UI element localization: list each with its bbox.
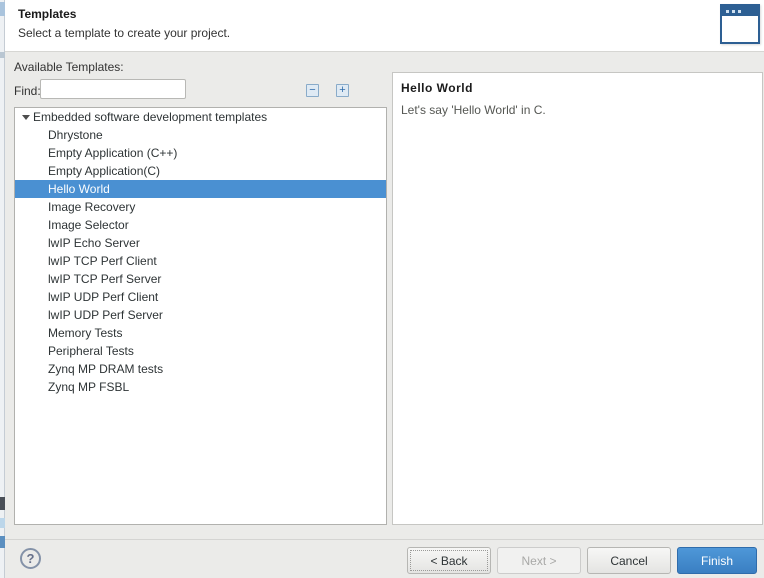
wizard-window-icon [720, 4, 760, 44]
tree-item[interactable]: Hello World [15, 180, 386, 198]
help-button[interactable]: ? [20, 548, 41, 569]
cancel-button[interactable]: Cancel [587, 547, 671, 574]
wizard-window-icon-titlebar [722, 6, 758, 16]
tree-root-label: Embedded software development templates [33, 110, 267, 124]
tree-item[interactable]: Image Selector [15, 216, 386, 234]
icon-dot [738, 10, 741, 13]
expand-all-icon[interactable]: + [336, 84, 349, 97]
template-detail-title: Hello World [401, 81, 473, 95]
wizard-button-bar: ? < Back Next > Cancel Finish [5, 539, 764, 578]
back-button[interactable]: < Back [407, 547, 491, 574]
tree-item[interactable]: Zynq MP FSBL [15, 378, 386, 396]
tree-item[interactable]: lwIP UDP Perf Server [15, 306, 386, 324]
tree-item[interactable]: Empty Application(C) [15, 162, 386, 180]
tree-item[interactable]: Image Recovery [15, 198, 386, 216]
tree-item[interactable]: lwIP UDP Perf Client [15, 288, 386, 306]
tree-items-container: DhrystoneEmpty Application (C++)Empty Ap… [15, 126, 386, 396]
page-subtitle: Select a template to create your project… [18, 26, 230, 40]
tree-item[interactable]: Dhrystone [15, 126, 386, 144]
background-edge-mark [0, 52, 5, 58]
template-detail-description: Let's say 'Hello World' in C. [401, 103, 546, 117]
tree-item[interactable]: Empty Application (C++) [15, 144, 386, 162]
tree-root-item[interactable]: Embedded software development templates [15, 108, 386, 126]
page-title: Templates [18, 7, 76, 21]
icon-dot [732, 10, 735, 13]
new-project-wizard-dialog: Templates Select a template to create yo… [0, 0, 764, 578]
tree-toolbar: − + [306, 84, 349, 97]
tree-item[interactable]: lwIP TCP Perf Server [15, 270, 386, 288]
chevron-down-icon[interactable] [22, 115, 30, 120]
tree-item[interactable]: Memory Tests [15, 324, 386, 342]
template-tree[interactable]: Embedded software development templates … [14, 107, 387, 525]
tree-item[interactable]: lwIP TCP Perf Client [15, 252, 386, 270]
find-label: Find: [14, 84, 41, 98]
finish-button[interactable]: Finish [677, 547, 757, 574]
tree-item[interactable]: Peripheral Tests [15, 342, 386, 360]
collapse-all-icon[interactable]: − [306, 84, 319, 97]
background-edge-mark [0, 497, 5, 510]
tree-item[interactable]: Zynq MP DRAM tests [15, 360, 386, 378]
background-app-edge [0, 0, 5, 578]
available-templates-label: Available Templates: [14, 60, 124, 74]
next-button: Next > [497, 547, 581, 574]
background-edge-mark [0, 518, 5, 528]
icon-dot [726, 10, 729, 13]
tree-item[interactable]: lwIP Echo Server [15, 234, 386, 252]
template-detail-panel: Hello World Let's say 'Hello World' in C… [392, 72, 763, 525]
find-input[interactable] [40, 79, 186, 99]
wizard-header: Templates Select a template to create yo… [5, 0, 764, 52]
